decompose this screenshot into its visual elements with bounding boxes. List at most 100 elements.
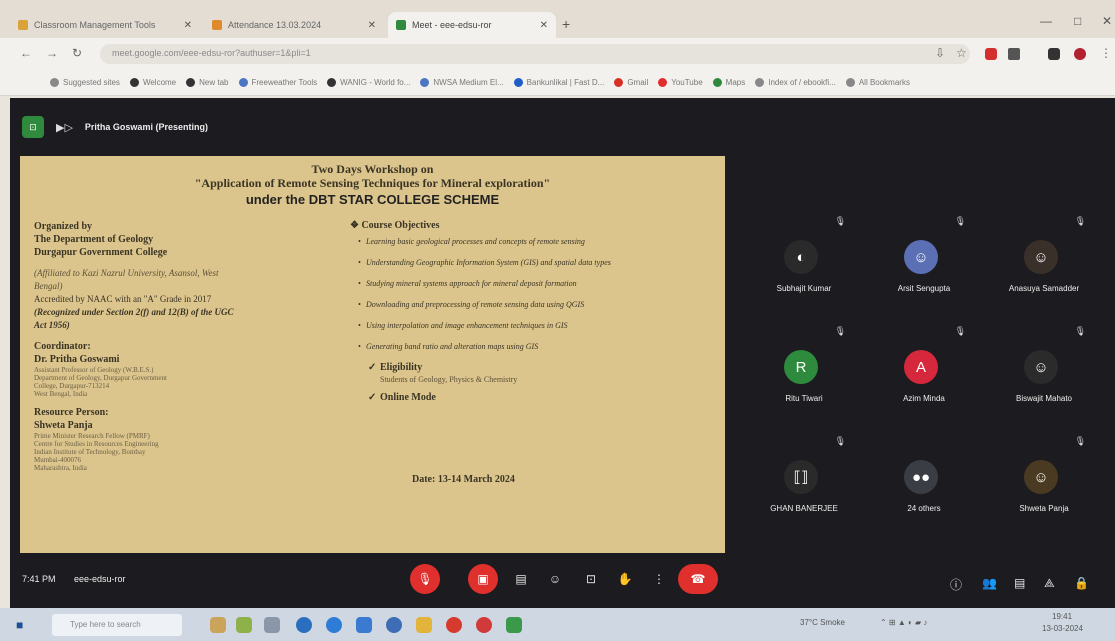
avatar: R <box>784 350 818 384</box>
more-options-button[interactable]: ⋮ <box>644 564 674 594</box>
participant-tile[interactable]: 🎙 ☺ Biswajit Mahato <box>988 320 1100 410</box>
bookmark-favicon-icon <box>129 78 139 87</box>
eligibility-heading: Eligibility <box>350 362 710 374</box>
host-controls-icon[interactable]: 🔒 <box>1074 576 1089 590</box>
app-icon[interactable] <box>506 617 522 633</box>
weather-status[interactable]: 37°C Smoke <box>800 618 845 627</box>
widget-weather-icon[interactable] <box>210 617 226 633</box>
avatar: ◐ <box>784 240 818 274</box>
bookmark-star-icon[interactable]: ☆ <box>956 46 967 60</box>
new-tab-button[interactable]: + <box>562 16 570 32</box>
coordinator-detail: College, Durgapur-713214 <box>34 382 110 390</box>
app-icon[interactable] <box>476 617 492 633</box>
participant-tile[interactable]: 🎙 R Ritu Tiwari <box>748 320 860 410</box>
leave-call-button[interactable]: ☎ <box>678 564 718 594</box>
menu-kebab-icon[interactable]: ⋮ <box>1100 46 1112 60</box>
close-icon[interactable]: ✕ <box>540 20 548 31</box>
taskbar-search-input[interactable]: Type here to search <box>52 614 182 636</box>
maximize-icon[interactable]: □ <box>1074 14 1081 28</box>
mic-toggle-button[interactable]: 🎙 <box>410 564 440 594</box>
profile-icon[interactable] <box>1048 48 1060 60</box>
mic-muted-icon: 🎙 <box>1074 436 1086 446</box>
slide-right-column: ❖ Course Objectives Learning basic geolo… <box>350 220 710 404</box>
participant-name: Biswajit Mahato <box>1015 394 1073 403</box>
account-avatar-icon[interactable] <box>1074 48 1086 60</box>
meet-logo-icon: ⊡ <box>22 116 44 138</box>
avatar: A <box>904 350 938 384</box>
window-close-icon[interactable]: ✕ <box>1102 14 1112 28</box>
objective-item: Learning basic geological processes and … <box>350 236 710 248</box>
avatar: ☺ <box>1024 350 1058 384</box>
file-explorer-icon[interactable] <box>416 617 432 633</box>
participant-tile[interactable]: 🎙 ☺ Anasuya Samadder <box>988 210 1100 300</box>
taskbar-date[interactable]: 13-03-2024 <box>1042 624 1083 633</box>
bookmark-item[interactable]: WANIG - World fo... <box>327 78 410 87</box>
chrome-icon[interactable] <box>446 617 462 633</box>
taskbar-clock[interactable]: 19:41 <box>1052 612 1072 621</box>
browser-tab-bar: Classroom Management Tools ✕ Attendance … <box>0 0 1115 38</box>
browser-icon[interactable] <box>326 617 342 633</box>
bookmark-favicon-icon <box>658 78 668 87</box>
browser-tab-1[interactable]: Classroom Management Tools ✕ <box>10 12 200 38</box>
participant-tile[interactable]: 🎙 ◐ Subhajit Kumar <box>748 210 860 300</box>
avatar: ☺ <box>1024 460 1058 494</box>
start-windows-icon[interactable]: ■ <box>16 618 23 632</box>
people-icon[interactable]: 👥 <box>982 576 997 590</box>
participant-tile[interactable]: 🎙 A Azim Minda <box>868 320 980 410</box>
recognition-line: Act 1956) <box>34 320 70 330</box>
close-icon[interactable]: ✕ <box>184 20 192 31</box>
meet-header: ⊡ ▶▷ Pritha Goswami (Presenting) <box>22 116 208 138</box>
browser-tab-2[interactable]: Attendance 13.03.2024 ✕ <box>204 12 384 38</box>
bookmark-item[interactable]: New tab <box>186 78 229 87</box>
participant-tile[interactable]: 🎙 ☺ Shweta Panja <box>988 430 1100 520</box>
raise-hand-button[interactable]: ✋ <box>610 564 640 594</box>
bookmark-item[interactable]: Bankunlikal | Fast D... <box>513 78 604 87</box>
bookmarks-bar: Suggested sites Welcome New tab Freeweather… <box>0 70 1115 96</box>
resource-person-detail: Prime Minister Research Fellow (PMRF) <box>34 432 150 440</box>
widget-icon[interactable] <box>236 617 252 633</box>
app-icon[interactable] <box>386 617 402 633</box>
reload-icon[interactable]: ↻ <box>72 46 82 60</box>
avatar: ⟦⟧ <box>784 460 818 494</box>
task-view-icon[interactable] <box>264 617 280 633</box>
bookmark-item[interactable]: Suggested sites <box>50 78 120 87</box>
forward-arrow-icon[interactable]: → <box>46 46 58 60</box>
minimize-icon[interactable]: — <box>1040 14 1052 28</box>
captions-button[interactable]: ▤ <box>506 564 536 594</box>
resource-person-name: Shweta Panja <box>34 420 93 431</box>
bookmark-item[interactable]: Maps <box>712 78 745 87</box>
participant-name: Ritu Tiwari <box>785 394 823 403</box>
present-screen-button[interactable]: ⊡ <box>576 564 606 594</box>
workshop-date: Date: 13-14 March 2024 <box>412 474 515 485</box>
tab-favicon-icon <box>396 20 406 30</box>
info-icon[interactable]: ⓘ <box>950 576 962 593</box>
url-input[interactable]: meet.google.com/eee-edsu-ror?authuser=1&… <box>100 44 970 64</box>
extensions-puzzle-icon[interactable] <box>1008 48 1020 60</box>
bookmark-item[interactable]: Gmail <box>614 78 648 87</box>
extension-icon[interactable] <box>985 48 997 60</box>
emoji-button[interactable]: ☺ <box>540 564 570 594</box>
download-icon[interactable]: ⇩ <box>935 46 945 60</box>
participant-name: GHAN BANERJEE <box>770 504 838 513</box>
bookmark-item[interactable]: All Bookmarks <box>845 78 910 87</box>
store-icon[interactable] <box>356 617 372 633</box>
system-tray-icons[interactable]: ⌃ ⊞ ▲ ◐ ▰ ♪ <box>880 618 927 627</box>
bookmark-item[interactable]: NWSA Medium El... <box>420 78 504 87</box>
activities-icon[interactable]: ⟁ <box>1044 576 1055 591</box>
bookmark-item[interactable]: YouTube <box>658 78 703 87</box>
objective-item: Understanding Geographic Information Sys… <box>350 257 710 269</box>
eligibility-text: Students of Geology, Physics & Chemistry <box>380 375 518 384</box>
edge-browser-icon[interactable] <box>296 617 312 633</box>
browser-tab-3[interactable]: Meet - eee-edsu-ror ✕ <box>388 12 556 38</box>
participant-tile[interactable]: 🎙 ☺ Arsit Sengupta <box>868 210 980 300</box>
camera-toggle-button[interactable]: ▣ <box>468 564 498 594</box>
participant-tile[interactable]: ●● 24 others <box>868 430 980 520</box>
back-arrow-icon[interactable]: ← <box>20 46 32 60</box>
bookmark-label: Index of / ebookfi... <box>768 78 836 87</box>
chat-icon[interactable]: ▤ <box>1014 576 1025 590</box>
bookmark-item[interactable]: Index of / ebookfi... <box>755 78 836 87</box>
close-icon[interactable]: ✕ <box>368 20 376 31</box>
bookmark-item[interactable]: Freeweather Tools <box>238 78 317 87</box>
participant-tile[interactable]: 🎙 ⟦⟧ GHAN BANERJEE <box>748 430 860 520</box>
bookmark-item[interactable]: Welcome <box>129 78 176 87</box>
